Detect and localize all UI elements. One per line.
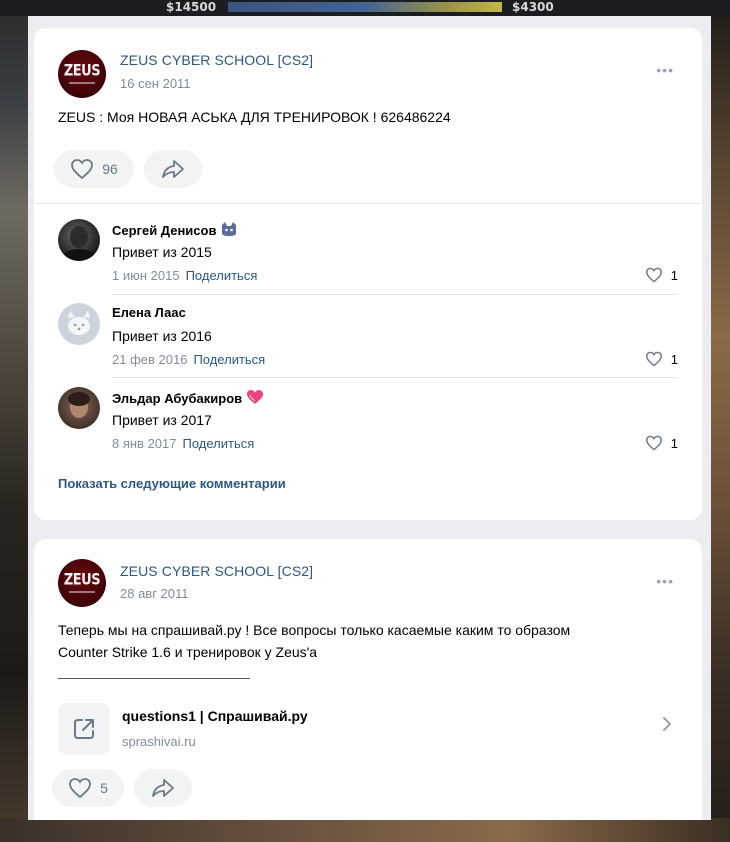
avatar-logo-text: ZEUS (63, 571, 101, 590)
show-more-comments-link[interactable]: Показать следующие комментарии (58, 476, 286, 491)
group-avatar[interactable]: ZEUS (58, 50, 106, 98)
comment-meta: 8 янв 2017 Поделиться (112, 436, 254, 451)
comment-author[interactable]: Елена Лаас (112, 305, 186, 320)
default-avatar-icon (68, 311, 90, 335)
comment-author[interactable]: Сергей Денисов (112, 221, 238, 238)
share-button[interactable] (144, 150, 202, 188)
comment-text: Привет из 2017 (112, 412, 212, 428)
external-link-icon (74, 719, 94, 739)
post-card: ZEUS ZEUS CYBER SCHOOL [CS2] 28 авг 2011… (34, 539, 702, 820)
comment-like-count: 1 (670, 351, 678, 367)
heart-emoji (247, 390, 264, 404)
avatar-logo-text: ZEUS (63, 62, 101, 81)
hud-team-bar (228, 2, 502, 12)
comment-like-button[interactable]: 1 (645, 435, 678, 451)
comment-divider (112, 294, 678, 295)
like-count: 5 (100, 780, 108, 796)
post-author[interactable]: ZEUS CYBER SCHOOL [CS2] (120, 563, 313, 579)
heart-icon (645, 267, 662, 283)
share-icon (152, 779, 174, 797)
comment-share-link[interactable]: Поделиться (186, 268, 258, 283)
post-date[interactable]: 28 авг 2011 (120, 586, 189, 601)
avatar-logo-underline (69, 82, 95, 84)
background-bottom-scene (0, 818, 730, 842)
comment-author[interactable]: Эльдар Абубакиров (112, 389, 264, 406)
comment-text: Привет из 2016 (112, 328, 212, 344)
group-avatar[interactable]: ZEUS (58, 559, 106, 607)
comment-date[interactable]: 8 янв 2017 (112, 436, 177, 451)
link-domain: sprashivai.ru (122, 734, 196, 749)
heart-icon (69, 778, 91, 799)
comment-avatar[interactable] (58, 219, 100, 261)
comment-meta: 21 фев 2016 Поделиться (112, 352, 265, 367)
more-options-icon[interactable]: ••• (656, 62, 674, 78)
news-feed: ZEUS ZEUS CYBER SCHOOL [CS2] 16 сен 2011… (28, 16, 711, 820)
avatar-logo-underline (69, 591, 95, 593)
chevron-right-icon[interactable] (662, 716, 672, 737)
comment-share-link[interactable]: Поделиться (183, 436, 255, 451)
comment-share-link[interactable]: Поделиться (193, 352, 265, 367)
cat-emoji (222, 222, 237, 236)
post-text-line: Теперь мы на спрашивай.ру ! Все вопросы … (58, 622, 571, 638)
comment-text: Привет из 2015 (112, 244, 212, 260)
comment-date[interactable]: 1 июн 2015 (112, 268, 180, 283)
link-title[interactable]: questions1 | Спрашивай.ру (122, 708, 308, 724)
post-card: ZEUS ZEUS CYBER SCHOOL [CS2] 16 сен 2011… (34, 28, 702, 520)
more-options-icon[interactable]: ••• (656, 573, 674, 589)
like-count: 96 (102, 161, 118, 177)
comment-date[interactable]: 21 фев 2016 (112, 352, 187, 367)
hud-money-left: $14500 (166, 0, 217, 14)
post-text: Теперь мы на спрашивай.ру ! Все вопросы … (58, 619, 570, 663)
comment-like-count: 1 (670, 267, 678, 283)
text-separator-line (58, 678, 250, 679)
share-icon (162, 160, 184, 178)
comment-divider (112, 377, 678, 378)
comment-author-name: Сергей Денисов (112, 223, 217, 238)
hud-money-right: $4300 (512, 0, 554, 14)
avatar-photo (62, 226, 96, 261)
share-button[interactable] (134, 769, 192, 807)
like-button[interactable]: 96 (54, 150, 134, 188)
avatar-photo (68, 392, 90, 418)
post-author[interactable]: ZEUS CYBER SCHOOL [CS2] (120, 52, 313, 68)
post-date[interactable]: 16 сен 2011 (120, 76, 191, 91)
heart-icon (645, 351, 662, 367)
heart-icon (645, 435, 662, 451)
game-hud: $14500 $4300 (0, 0, 730, 16)
comments-divider (34, 203, 702, 204)
post-text: ZEUS : Моя НОВАЯ АСЬКА ДЛЯ ТРЕНИРОВОК ! … (58, 109, 451, 125)
link-snippet-icon-box[interactable] (58, 703, 110, 755)
comment-author-name: Эльдар Абубакиров (112, 391, 243, 406)
heart-icon (71, 159, 94, 180)
comment-avatar[interactable] (58, 303, 100, 345)
comment-avatar[interactable] (58, 387, 100, 429)
like-button[interactable]: 5 (52, 769, 124, 807)
comment-meta: 1 июн 2015 Поделиться (112, 268, 257, 283)
post-text-line: Counter Strike 1.6 и тренировок у Zeus'a (58, 644, 318, 660)
comment-like-count: 1 (670, 435, 678, 451)
comment-like-button[interactable]: 1 (645, 267, 678, 283)
comment-like-button[interactable]: 1 (645, 351, 678, 367)
